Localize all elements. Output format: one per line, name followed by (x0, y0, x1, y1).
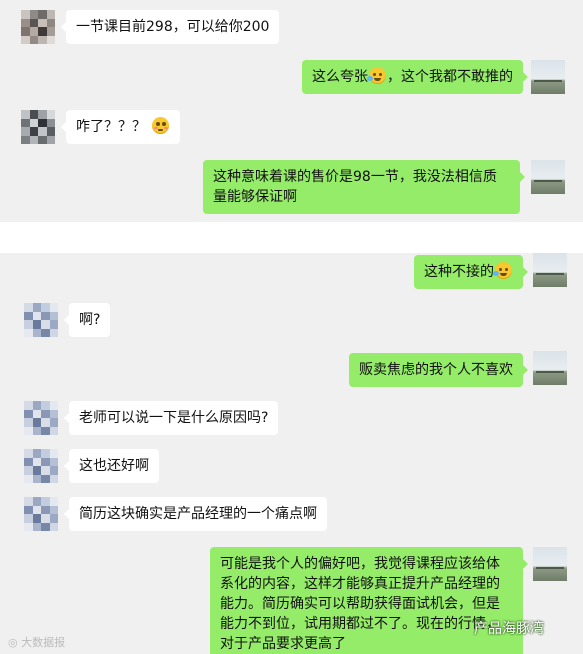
watermark-right: 产品海豚湾 (474, 621, 544, 637)
my-avatar[interactable] (531, 60, 565, 94)
message-bubble-incoming[interactable]: 一节课目前298，可以给你200 (60, 10, 280, 44)
message-text: 这种意味着课的售价是98一节，我没法相信质量能够保证啊 (213, 169, 497, 205)
message-text: 啊? (79, 312, 101, 328)
screenshot-divider (0, 222, 583, 253)
message-text: 可能是我个人的偏好吧，我觉得课程应该给体系化的内容，这样才能够真正提升产品经理的… (220, 556, 500, 652)
message-text: 老师可以说一下是什么原因吗? (79, 410, 269, 426)
message-row: 这种意味着课的售价是98一节，我没法相信质量能够保证啊 (0, 158, 583, 218)
flushed-emoji-icon (152, 117, 169, 134)
message-row: 这么夸张 ，这个我都不敢推的 (0, 58, 583, 98)
message-text-continued: ，这个我都不敢推的 (387, 69, 513, 85)
contact-avatar[interactable] (24, 497, 58, 531)
watermark-left: ◎ 大数据报 (8, 636, 66, 649)
contact-avatar[interactable] (24, 401, 58, 435)
message-text: 贩卖焦虑的我个人不喜欢 (359, 362, 513, 378)
laugh-cry-emoji-icon (493, 262, 512, 279)
message-bubble-outgoing[interactable]: 这种意味着课的售价是98一节，我没法相信质量能够保证啊 (203, 160, 525, 214)
my-avatar[interactable] (533, 351, 567, 385)
message-row: 咋了？？？ (0, 108, 583, 148)
message-row: 啊? (0, 301, 583, 341)
contact-avatar[interactable] (24, 449, 58, 483)
message-row: 贩卖焦虑的我个人不喜欢 (0, 351, 583, 391)
message-bubble-incoming[interactable]: 啊? (63, 303, 111, 337)
message-row: 这种不接的 (0, 253, 583, 293)
message-bubble-outgoing[interactable]: 这么夸张 ，这个我都不敢推的 (302, 60, 528, 94)
message-row: 一节课目前298，可以给你200 (0, 8, 583, 48)
message-bubble-outgoing[interactable]: 这种不接的 (414, 255, 528, 289)
message-row: 这也还好啊 (0, 447, 583, 487)
chat-panel-bottom: 这种不接的 啊? 贩卖焦虑的我个人不喜欢 老师可以说一下是什么原因吗? 这也还好… (0, 253, 583, 654)
message-bubble-incoming[interactable]: 这也还好啊 (64, 449, 159, 483)
laugh-cry-emoji-icon (367, 67, 386, 84)
contact-avatar[interactable] (21, 110, 55, 144)
message-text: 这种不接的 (424, 264, 494, 280)
message-text: 这么夸张 (312, 69, 368, 85)
contact-avatar[interactable] (21, 10, 55, 44)
message-bubble-incoming[interactable]: 老师可以说一下是什么原因吗? (63, 401, 279, 435)
contact-avatar[interactable] (24, 303, 58, 337)
my-avatar[interactable] (533, 253, 567, 287)
message-row: 老师可以说一下是什么原因吗? (0, 399, 583, 439)
message-bubble-outgoing[interactable]: 贩卖焦虑的我个人不喜欢 (349, 353, 528, 387)
message-text: 这也还好啊 (79, 458, 149, 474)
my-avatar[interactable] (533, 547, 567, 581)
message-text: 一节课目前298，可以给你200 (76, 19, 270, 35)
message-bubble-incoming[interactable]: 咋了？？？ (61, 110, 180, 144)
my-avatar[interactable] (531, 160, 565, 194)
message-bubble-incoming[interactable]: 简历这块确实是产品经理的一个痛点啊 (64, 497, 327, 531)
message-row: 简历这块确实是产品经理的一个痛点啊 (0, 495, 583, 535)
wechat-icon: ◎ (8, 636, 18, 649)
message-text: 咋了？？？ (76, 119, 146, 135)
chat-panel-top: 一节课目前298，可以给你200 这么夸张 ，这个我都不敢推的 咋了？？？ 这种意… (0, 0, 583, 222)
message-text: 简历这块确实是产品经理的一个痛点啊 (79, 506, 317, 522)
